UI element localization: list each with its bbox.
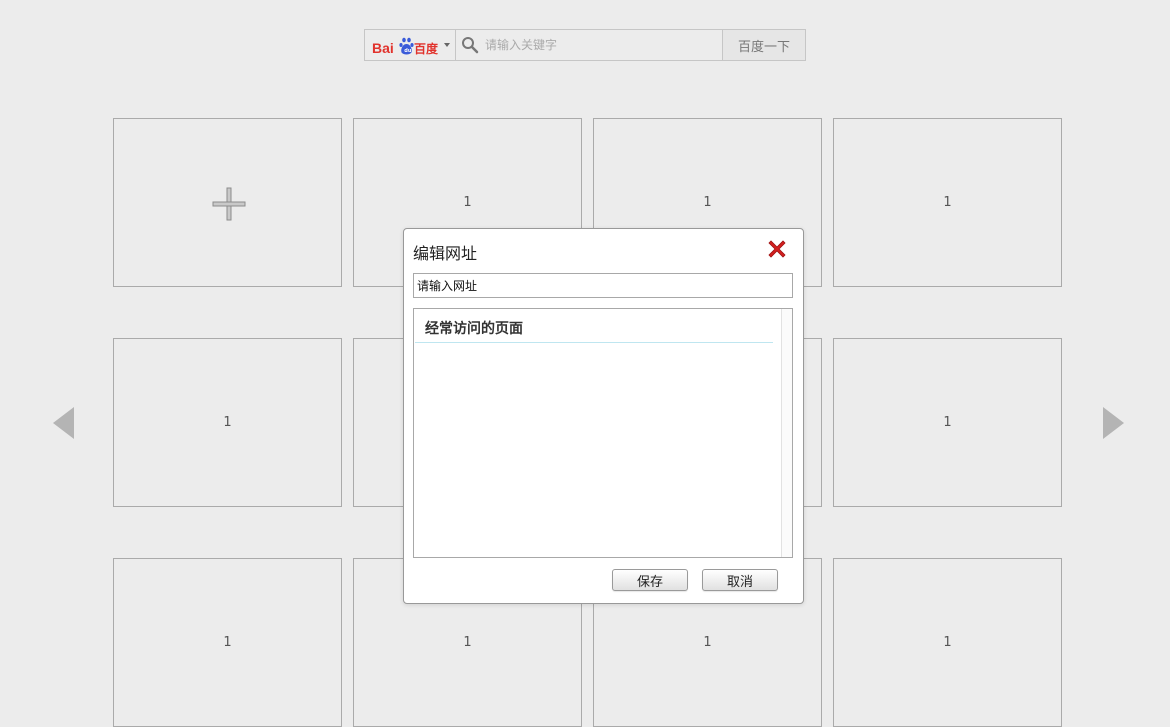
url-input[interactable] bbox=[413, 273, 793, 298]
svg-text:Bai: Bai bbox=[372, 40, 394, 56]
add-tile[interactable] bbox=[113, 118, 342, 287]
tile-label: 1 bbox=[223, 635, 232, 650]
tile-label: 1 bbox=[463, 195, 472, 210]
svg-text:du: du bbox=[404, 48, 412, 54]
search-input[interactable] bbox=[485, 30, 721, 60]
list-heading: 经常访问的页面 bbox=[415, 309, 773, 343]
shortcut-tile[interactable]: 1 bbox=[113, 338, 342, 507]
shortcut-tile[interactable]: 1 bbox=[833, 118, 1062, 287]
tile-label: 1 bbox=[943, 415, 952, 430]
shortcut-tile[interactable]: 1 bbox=[113, 558, 342, 727]
tile-label: 1 bbox=[703, 195, 712, 210]
tile-label: 1 bbox=[223, 415, 232, 430]
tile-label: 1 bbox=[463, 635, 472, 650]
arrow-left-icon[interactable] bbox=[53, 407, 74, 439]
search-bar: Bai du 百度 百度一下 bbox=[364, 29, 806, 61]
list-heading-label: 经常访问的页面 bbox=[425, 321, 523, 337]
chevron-down-icon bbox=[444, 43, 450, 47]
frequent-pages-list: 经常访问的页面 bbox=[413, 308, 793, 558]
baidu-logo: Bai du 百度 bbox=[372, 37, 439, 56]
tile-label: 1 bbox=[943, 195, 952, 210]
tile-label: 1 bbox=[943, 635, 952, 650]
cancel-button[interactable]: 取消 bbox=[702, 569, 778, 591]
search-icon bbox=[462, 37, 479, 54]
search-engine-name: 百度 bbox=[414, 41, 439, 56]
search-button[interactable]: 百度一下 bbox=[722, 30, 805, 60]
search-engine-selector[interactable]: Bai du 百度 bbox=[365, 30, 456, 60]
plus-icon bbox=[212, 187, 246, 221]
tile-label: 1 bbox=[703, 635, 712, 650]
scrollbar[interactable] bbox=[781, 309, 792, 557]
dialog-title: 编辑网址 bbox=[413, 244, 478, 263]
save-button[interactable]: 保存 bbox=[612, 569, 688, 591]
close-icon[interactable] bbox=[766, 238, 788, 260]
edit-url-dialog: 编辑网址 经常访问的页面 保存 取消 bbox=[403, 228, 804, 604]
arrow-right-icon[interactable] bbox=[1103, 407, 1124, 439]
shortcut-tile[interactable]: 1 bbox=[833, 338, 1062, 507]
shortcut-tile[interactable]: 1 bbox=[833, 558, 1062, 727]
